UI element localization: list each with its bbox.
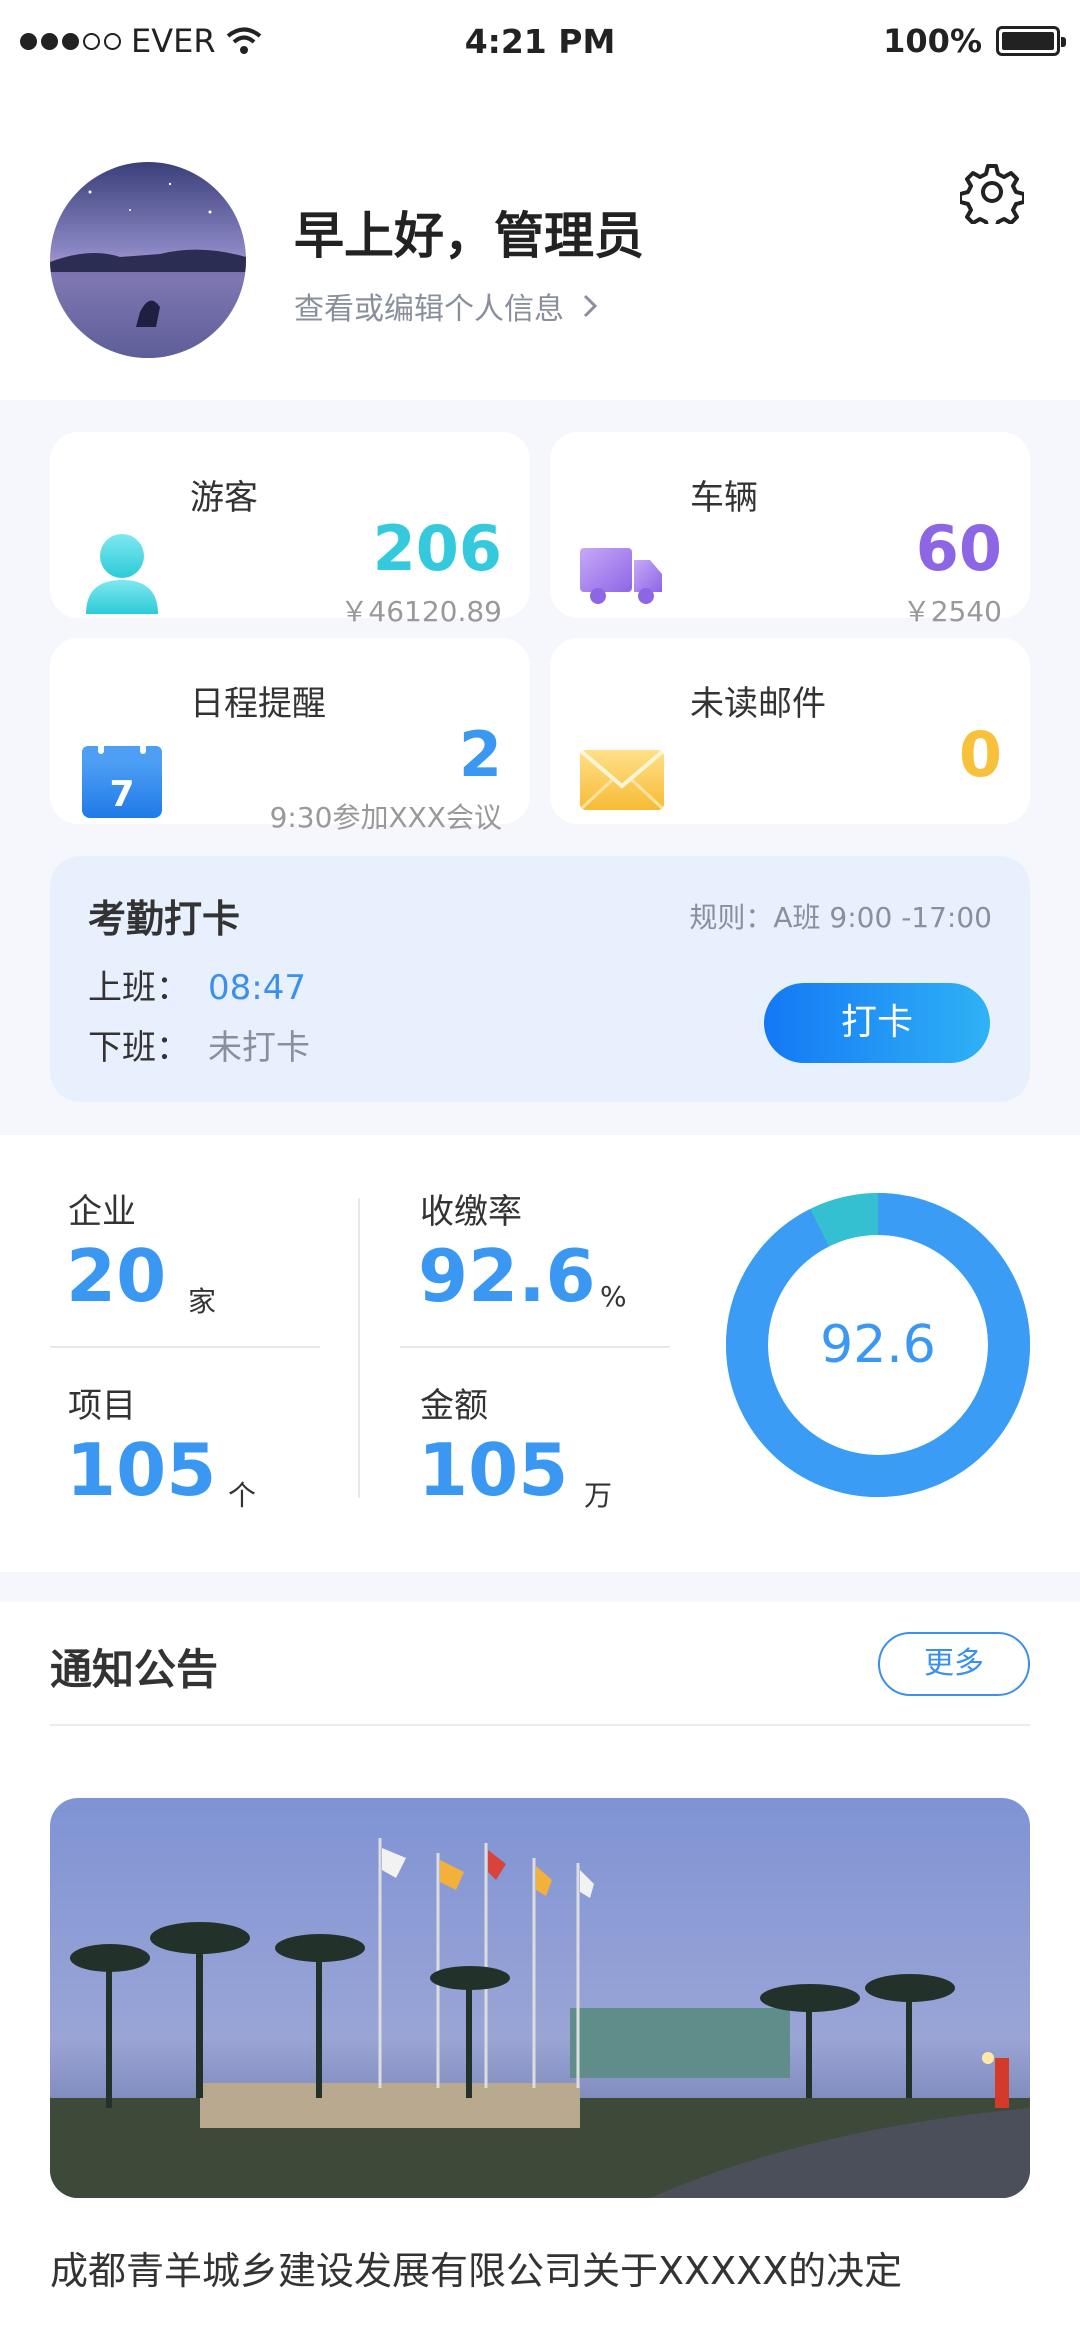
vehicles-card[interactable]: 车辆 60 ￥2540	[550, 432, 1030, 628]
section-separator	[0, 1572, 1080, 1602]
attendance-rule: 规则：A班 9:00 -17:00	[689, 901, 992, 934]
gear-icon[interactable]	[960, 160, 1024, 224]
attendance-title: 考勤打卡	[88, 897, 241, 941]
edit-profile-link[interactable]: 查看或编辑个人信息	[294, 284, 598, 328]
truck-icon	[580, 548, 662, 604]
collection-rate-donut: 92.6	[726, 1193, 1030, 1497]
chevron-right-icon	[583, 294, 598, 318]
status-bar: EVER 4:21 PM 100%	[0, 0, 1080, 84]
schedule-count: 2	[458, 718, 502, 791]
project-label: 项目	[68, 1386, 136, 1426]
attendance-panel: 考勤打卡 规则：A班 9:00 -17:00 上班： 08:47 下班： 未打卡 打…	[50, 856, 1030, 1102]
notice-title: 通知公告	[50, 1645, 219, 1694]
enterprise-unit: 家	[188, 1285, 217, 1318]
clock-in-label: 上班：	[88, 968, 190, 1008]
schedule-card[interactable]: 7 日程提醒 2 9:30参加XXX会议	[50, 638, 530, 834]
divider	[50, 1724, 1030, 1726]
clock-out-row: 下班： 未打卡	[88, 1020, 310, 1069]
mail-card[interactable]: 未读邮件 0	[550, 638, 1030, 824]
vehicles-count: 60	[915, 512, 1002, 585]
calendar-icon: 7	[82, 738, 162, 818]
schedule-title: 日程提醒	[190, 684, 326, 724]
divider	[400, 1346, 670, 1348]
avatar[interactable]	[50, 162, 246, 358]
amount-unit: 万	[584, 1479, 613, 1512]
rate-unit: %	[600, 1280, 627, 1313]
vehicles-title: 车辆	[690, 478, 758, 518]
visitors-amount: ￥46120.89	[340, 595, 502, 628]
envelope-icon	[580, 750, 664, 810]
visitors-count: 206	[372, 512, 502, 585]
divider	[50, 1346, 320, 1348]
calendar-day: 7	[109, 774, 134, 815]
amount-label: 金额	[420, 1386, 488, 1426]
clock-in-time: 08:47	[208, 968, 306, 1008]
schedule-detail: 9:30参加XXX会议	[269, 801, 502, 834]
clock-out-status: 未打卡	[208, 1028, 310, 1068]
visitor-icon	[86, 534, 158, 614]
notice-headline[interactable]: 成都青羊城乡建设发展有限公司关于XXXXX的决定	[50, 2240, 902, 2295]
visitors-title: 游客	[190, 478, 258, 518]
enterprise-value: 20	[66, 1234, 167, 1318]
edit-profile-label: 查看或编辑个人信息	[294, 292, 564, 327]
visitors-card[interactable]: 游客 206 ￥46120.89	[50, 432, 530, 628]
notice-image[interactable]	[50, 1798, 1030, 2198]
rate-label: 收缴率	[420, 1192, 522, 1232]
more-button[interactable]: 更多	[878, 1632, 1030, 1696]
battery-percent: 100%	[883, 22, 982, 60]
clock-out-label: 下班：	[88, 1028, 190, 1068]
vehicles-amount: ￥2540	[902, 595, 1002, 628]
project-unit: 个	[228, 1479, 257, 1512]
amount-value: 105	[418, 1428, 569, 1512]
greeting-text: 早上好，管理员	[294, 207, 644, 265]
battery-status: 100%	[883, 22, 1066, 60]
divider	[358, 1198, 360, 1498]
rate-value: 92.6	[418, 1234, 596, 1318]
battery-icon	[996, 26, 1066, 56]
enterprise-label: 企业	[68, 1192, 136, 1232]
punch-in-button[interactable]: 打卡	[764, 983, 990, 1063]
clock-in-row: 上班： 08:47	[88, 960, 306, 1009]
donut-center-value: 92.6	[820, 1315, 936, 1375]
mail-count: 0	[958, 718, 1002, 791]
mail-title: 未读邮件	[690, 684, 826, 724]
project-value: 105	[66, 1428, 217, 1512]
